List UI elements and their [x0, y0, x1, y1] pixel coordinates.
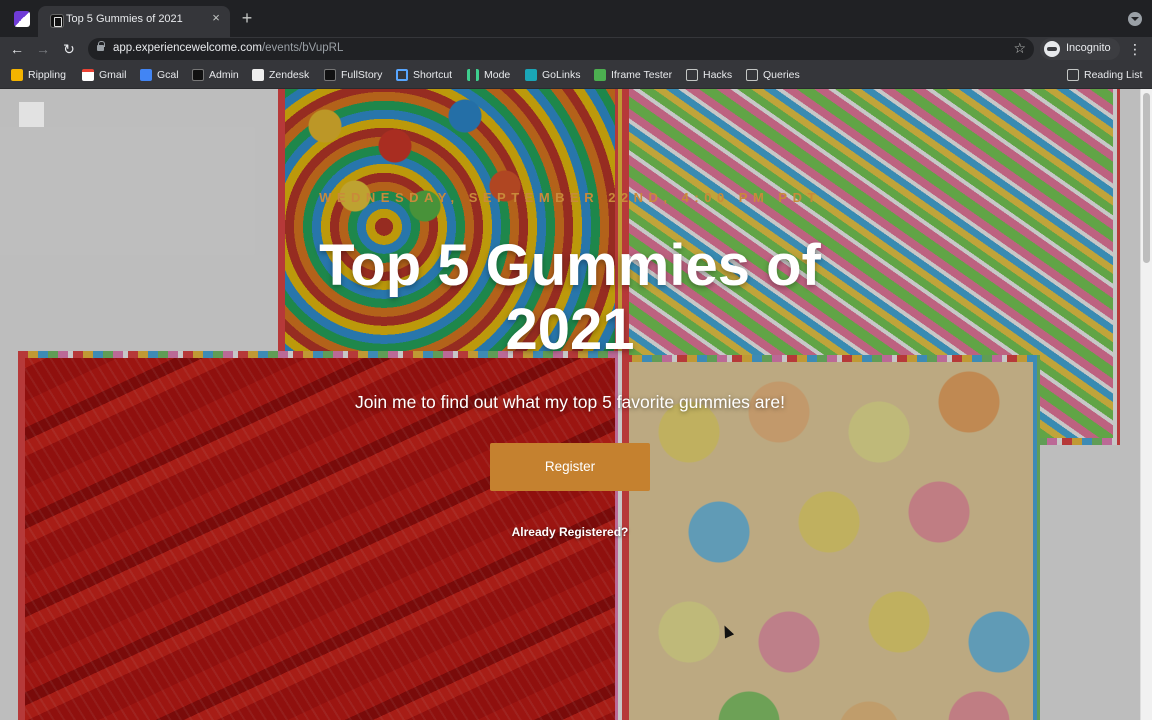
scrollbar-thumb[interactable] — [1143, 93, 1150, 263]
golinks-icon — [525, 69, 537, 81]
bookmark-label: Hacks — [703, 69, 733, 81]
back-arrow-icon[interactable]: ← — [8, 40, 26, 58]
admin-icon — [192, 69, 204, 81]
bookmark-label: FullStory — [341, 69, 383, 81]
fullstory-icon — [324, 69, 336, 81]
url-host: app.experiencewelcome.com — [113, 42, 262, 54]
tab-close-icon[interactable]: × — [208, 10, 224, 26]
reload-icon[interactable]: ↻ — [60, 40, 78, 58]
bookmark-label: Gcal — [157, 69, 179, 81]
event-date: WEDNESDAY, SEPTEMBER 22ND, 4:00 PM PDT — [319, 190, 821, 205]
tab-favicon-icon — [50, 14, 64, 28]
event-subtitle: Join me to find out what my top 5 favori… — [355, 392, 785, 412]
address-bar[interactable]: app.experiencewelcome.com/events/bVupRL … — [88, 38, 1034, 60]
register-button[interactable]: Register — [490, 443, 650, 491]
bookmark-label: Iframe Tester — [611, 69, 673, 81]
incognito-profile-button[interactable]: Incognito — [1040, 38, 1120, 60]
bookmark-label: Admin — [209, 69, 239, 81]
reading-list-button[interactable]: Reading List — [1067, 68, 1142, 82]
bookmarks-bar: Rippling Gmail Gcal Admin Zendesk FullSt… — [0, 61, 1152, 89]
active-tab[interactable]: Top 5 Gummies of 2021 × — [38, 6, 230, 37]
forward-arrow-icon[interactable]: → — [34, 40, 52, 58]
bookmark-folder-hacks[interactable]: Hacks — [686, 68, 732, 82]
gcal-icon — [140, 69, 152, 81]
iframe-tester-icon — [594, 69, 606, 81]
bookmark-label: Rippling — [28, 69, 66, 81]
new-tab-button[interactable]: + — [238, 9, 256, 27]
rippling-icon — [11, 69, 23, 81]
tab-search-icon[interactable] — [14, 11, 30, 27]
bookmark-folder-queries[interactable]: Queries — [746, 68, 800, 82]
bookmark-gcal[interactable]: Gcal — [140, 68, 179, 82]
reading-list-icon — [1067, 69, 1079, 81]
zendesk-icon — [252, 69, 264, 81]
bookmark-golinks[interactable]: GoLinks — [525, 68, 581, 82]
bookmark-fullstory[interactable]: FullStory — [324, 68, 382, 82]
bookmark-rippling[interactable]: Rippling — [11, 68, 66, 82]
shortcut-icon — [396, 69, 408, 81]
bookmark-gmail[interactable]: Gmail — [82, 68, 126, 82]
profile-label: Incognito — [1066, 42, 1111, 54]
bookmark-mode[interactable]: Mode — [467, 68, 510, 82]
bookmark-zendesk[interactable]: Zendesk — [252, 68, 309, 82]
url-path: /events/bVupRL — [261, 42, 344, 54]
bookmark-label: Zendesk — [269, 69, 310, 81]
reading-list-label: Reading List — [1084, 69, 1143, 81]
event-page: WEDNESDAY, SEPTEMBER 22ND, 4:00 PM PDT T… — [0, 89, 1152, 720]
browser-menu-icon[interactable]: ⋮ — [1128, 40, 1142, 58]
bookmark-label: Shortcut — [413, 69, 453, 81]
incognito-icon — [1044, 41, 1060, 57]
bookmark-admin[interactable]: Admin — [192, 68, 239, 82]
page-scrollbar[interactable] — [1140, 89, 1152, 720]
bookmark-label: Gmail — [99, 69, 127, 81]
mode-icon — [467, 69, 479, 81]
already-registered-link[interactable]: Already Registered? — [0, 525, 1140, 539]
bookmark-label: GoLinks — [542, 69, 581, 81]
bookmark-iframe-tester[interactable]: Iframe Tester — [594, 68, 672, 82]
bookmark-star-icon[interactable]: ☆ — [1013, 40, 1026, 57]
gmail-icon — [82, 69, 94, 81]
bookmark-label: Queries — [763, 69, 800, 81]
browser-toolbar: ← → ↻ app.experiencewelcome.com/events/b… — [0, 37, 1152, 61]
tab-strip: Top 5 Gummies of 2021 × + — [0, 0, 1152, 37]
tab-title: Top 5 Gummies of 2021 — [66, 13, 183, 25]
host-logo — [19, 102, 44, 127]
bookmark-label: Mode — [484, 69, 511, 81]
tab-list-icon[interactable] — [1128, 12, 1142, 26]
folder-icon — [686, 69, 698, 81]
url-text[interactable]: app.experiencewelcome.com/events/bVupRL — [113, 42, 343, 54]
lock-icon[interactable] — [97, 41, 105, 51]
event-title: Top 5 Gummies of 2021 — [319, 233, 821, 362]
bookmark-shortcut[interactable]: Shortcut — [396, 68, 452, 82]
folder-icon — [746, 69, 758, 81]
